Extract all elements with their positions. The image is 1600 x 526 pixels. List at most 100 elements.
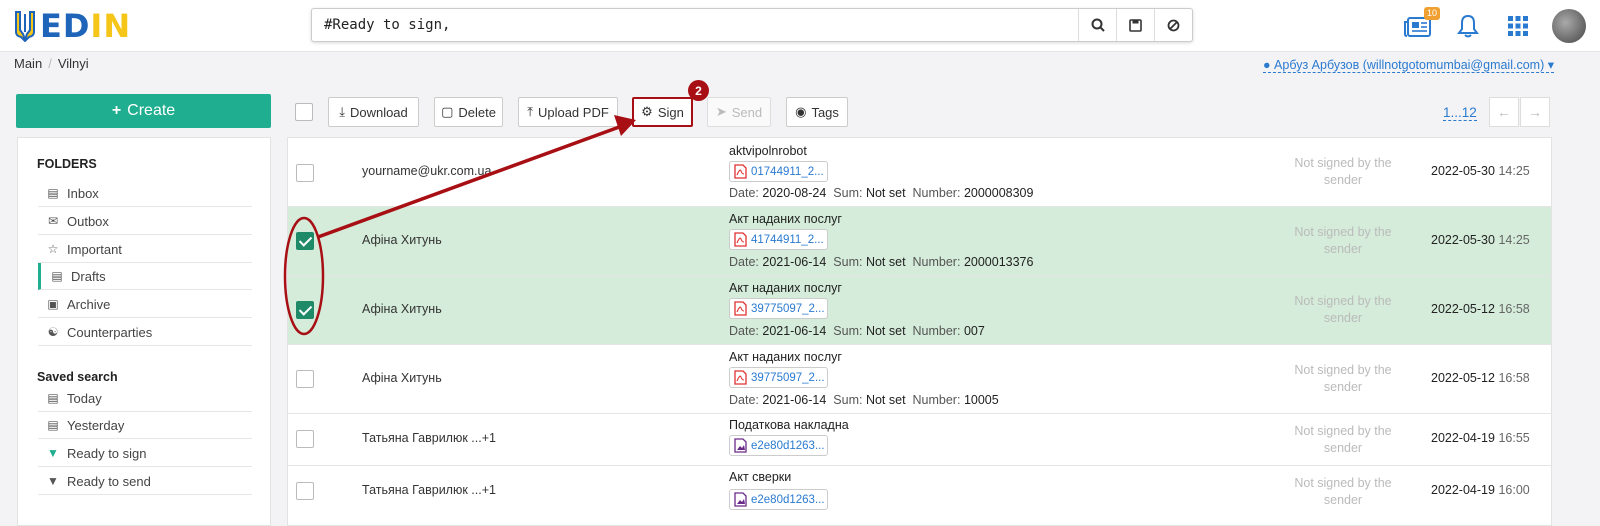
row-sum: Not set [865, 324, 906, 338]
saved-search-ready-to-send[interactable]: ▼ Ready to send [38, 468, 252, 495]
select-all-checkbox[interactable] [295, 103, 313, 121]
avatar[interactable] [1552, 9, 1586, 43]
row-checkbox[interactable] [296, 301, 314, 319]
row-doc-date: 2021-06-14 [762, 324, 827, 338]
row-meta: Date: 2021-06-14 Sum: Not set Number: 10… [729, 393, 999, 407]
row-doc-date: 2020-08-24 [762, 186, 827, 200]
pdf-file-icon [734, 164, 747, 179]
arrow-right-icon: → [1528, 104, 1542, 120]
row-date: 2022-05-12 16:58 [1431, 302, 1530, 316]
sign-button[interactable]: ⚙ Sign [632, 97, 693, 127]
filter-icon: ▼ [47, 474, 59, 488]
table-row[interactable]: Афіна Хитунь Акт наданих послуг 39775097… [288, 345, 1551, 414]
row-checkbox[interactable] [296, 164, 314, 182]
news-button[interactable]: 10 [1402, 7, 1440, 42]
sidebar-item-label: Outbox [67, 213, 109, 229]
row-created-date: 2022-04-19 [1431, 483, 1495, 497]
table-row[interactable]: Афіна Хитунь Акт наданих послуг 39775097… [288, 276, 1551, 345]
download-label: Download [349, 104, 408, 120]
sign-label: Sign [657, 104, 684, 120]
row-title[interactable]: Акт наданих послуг [729, 350, 842, 364]
upload-pdf-label: Upload PDF [537, 104, 609, 120]
user-icon: ● [1262, 58, 1271, 72]
apps-button[interactable] [1502, 10, 1534, 42]
next-page-button[interactable]: → [1520, 97, 1550, 127]
date-label: Date: [729, 186, 759, 200]
row-checkbox[interactable] [296, 370, 314, 388]
saved-search-today[interactable]: ▤ Today [38, 385, 252, 412]
logo[interactable]: ED IN [14, 8, 131, 44]
sidebar-item-label: Inbox [67, 185, 99, 201]
row-date: 2022-04-19 16:55 [1431, 431, 1530, 445]
row-file-name: 01744911_2... [751, 165, 824, 178]
search-bar [311, 8, 1193, 42]
row-title[interactable]: Акт наданих послуг [729, 212, 842, 226]
row-date: 2022-05-12 16:58 [1431, 371, 1530, 385]
create-button[interactable]: + Create [16, 94, 271, 128]
table-row[interactable]: Татьяна Гаврилюк ...+1 Податкова накладн… [288, 414, 1551, 466]
save-search-button[interactable] [1116, 9, 1154, 41]
table-row[interactable]: yourname@ukr.com.ua aktvipolnrobot 01744… [288, 138, 1551, 207]
caret-down-icon: ▾ [1547, 58, 1554, 72]
row-created-date: 2022-05-12 [1431, 302, 1495, 316]
sidebar-item-counterparties[interactable]: ☯ Counterparties [38, 319, 252, 346]
saved-search-heading: Saved search [37, 370, 118, 384]
row-checkbox[interactable] [296, 232, 314, 250]
row-created-date: 2022-04-19 [1431, 431, 1495, 445]
row-file-chip[interactable]: 41744911_2... [729, 229, 828, 250]
table-row[interactable]: Татьяна Гаврилюк ...+1 Акт сверки e2e80d… [288, 466, 1551, 525]
send-button[interactable]: ➤ Send [707, 97, 771, 127]
row-file-chip[interactable]: e2e80d1263... [729, 435, 828, 456]
user-menu[interactable]: ● Арбуз Арбузов (willnotgotomumbai@gmail… [1262, 57, 1554, 73]
row-number: 2000013376 [963, 255, 1034, 269]
number-label: Number: [912, 393, 961, 407]
row-sender: Афіна Хитунь [362, 371, 442, 385]
sidebar-item-drafts[interactable]: ▤ Drafts [38, 263, 252, 290]
sidebar-item-label: Yesterday [67, 417, 125, 433]
download-button[interactable]: ⤓ Download [328, 97, 419, 127]
top-bar: EDIN 10 [0, 0, 1600, 52]
delete-button[interactable]: ▢ Delete [434, 97, 503, 127]
notifications-button[interactable] [1452, 10, 1484, 42]
upload-pdf-button[interactable]: ⤒ Upload PDF [518, 97, 618, 127]
sidebar-item-label: Ready to send [67, 473, 151, 489]
row-file-chip[interactable]: e2e80d1263... [729, 489, 828, 510]
ban-icon [1167, 19, 1180, 31]
breadcrumb-item-current: Vilnyi [57, 56, 89, 71]
row-date: 2022-04-19 16:00 [1431, 483, 1530, 497]
table-row[interactable]: Афіна Хитунь Акт наданих послуг 41744911… [288, 207, 1551, 276]
row-title[interactable]: Акт сверки [729, 470, 791, 484]
row-title[interactable]: Податкова накладна [729, 418, 849, 432]
date-label: Date: [729, 255, 759, 269]
sidebar-item-important[interactable]: ☆ Important [38, 236, 252, 263]
grid-icon [1508, 16, 1528, 36]
row-doc-date: 2021-06-14 [762, 255, 827, 269]
row-file-chip[interactable]: 39775097_2... [729, 367, 828, 388]
row-checkbox[interactable] [296, 430, 314, 448]
sidebar: FOLDERS ▤ Inbox ✉ Outbox ☆ Important ▤ D… [17, 137, 271, 526]
bell-icon [1457, 14, 1479, 38]
row-file-chip[interactable]: 39775097_2... [729, 298, 828, 319]
annotation-step-badge: 2 [688, 80, 709, 101]
tags-button[interactable]: ◉ Tags [786, 97, 848, 127]
row-file-chip[interactable]: 01744911_2... [729, 161, 828, 182]
row-checkbox[interactable] [296, 482, 314, 500]
row-title[interactable]: aktvipolnrobot [729, 144, 807, 158]
row-created-date: 2022-05-30 [1431, 164, 1495, 178]
row-sender: Афіна Хитунь [362, 302, 442, 316]
search-input[interactable] [312, 9, 1078, 41]
image-file-icon [734, 438, 747, 453]
saved-search-yesterday[interactable]: ▤ Yesterday [38, 412, 252, 439]
sum-label: Sum: [833, 255, 863, 269]
tags-icon: ◉ [795, 104, 807, 119]
prev-page-button[interactable]: ← [1489, 97, 1519, 127]
search-button[interactable] [1078, 9, 1116, 41]
breadcrumb-item-main[interactable]: Main [14, 56, 42, 71]
sidebar-item-archive[interactable]: ▣ Archive [38, 291, 252, 318]
page-range[interactable]: 1...12 [1443, 105, 1477, 121]
sidebar-item-inbox[interactable]: ▤ Inbox [38, 180, 252, 207]
saved-search-ready-to-sign[interactable]: ▼ Ready to sign [38, 440, 252, 467]
sidebar-item-outbox[interactable]: ✉ Outbox [38, 208, 252, 235]
clear-search-button[interactable] [1154, 9, 1192, 41]
row-title[interactable]: Акт наданих послуг [729, 281, 842, 295]
